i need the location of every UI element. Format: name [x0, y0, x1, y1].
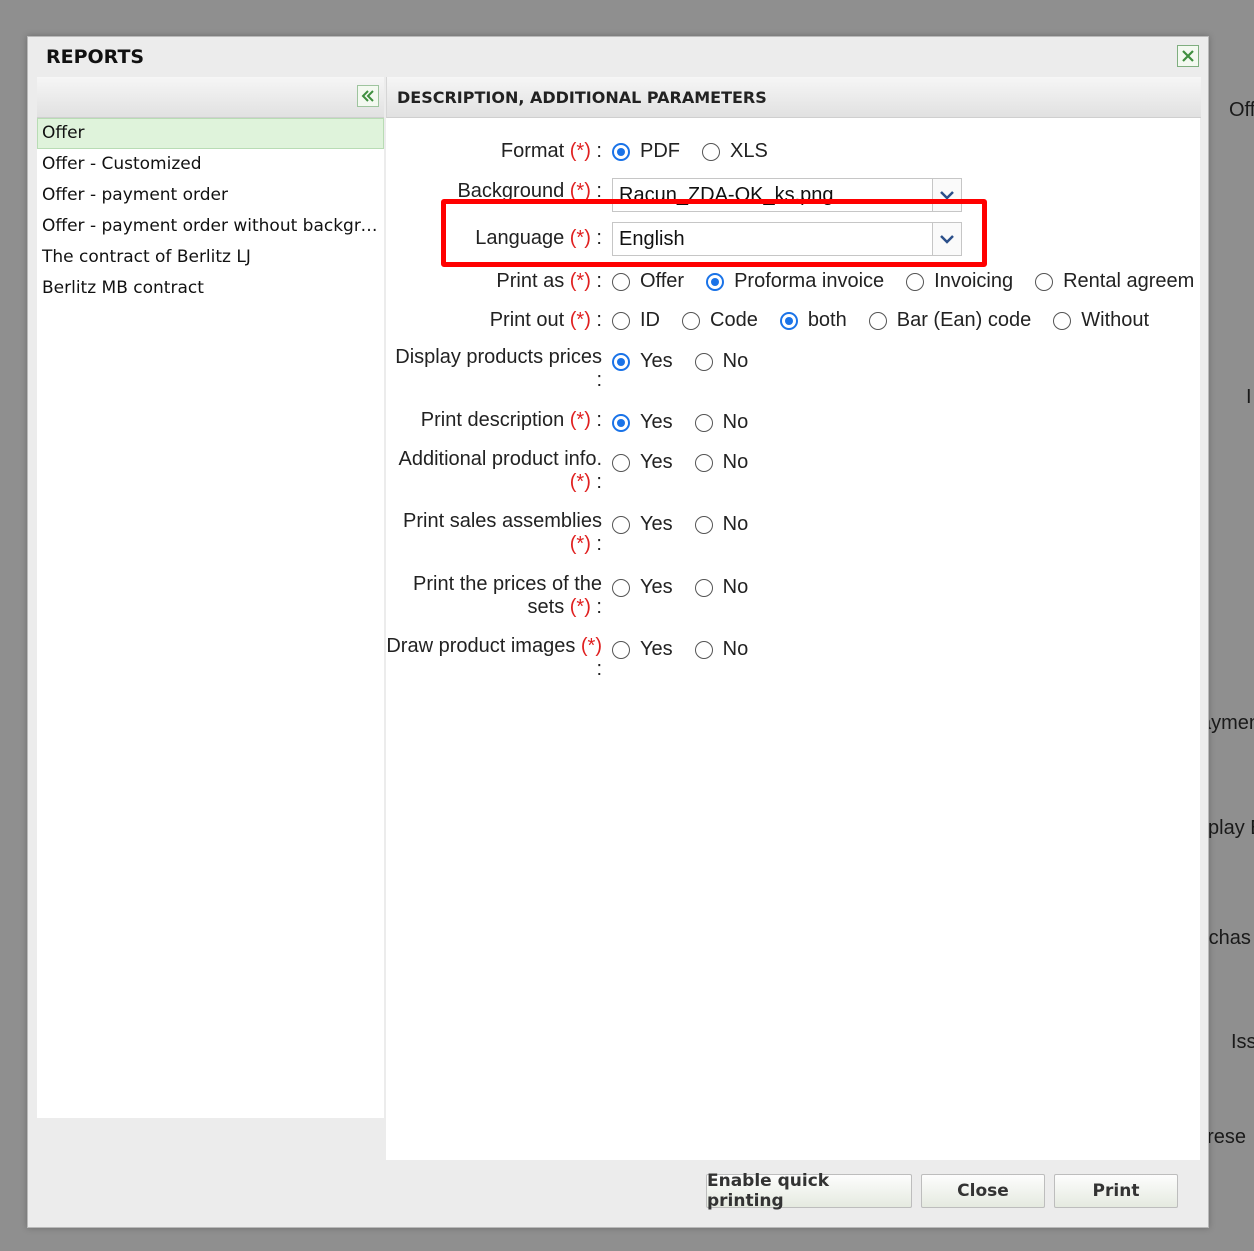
- print-out-option-id[interactable]: ID: [612, 309, 660, 332]
- radio-button[interactable]: [706, 272, 725, 291]
- product-images-option-no[interactable]: No: [694, 638, 748, 661]
- dialog-title: REPORTS: [46, 46, 145, 68]
- radio-button[interactable]: [694, 515, 713, 534]
- report-item[interactable]: Offer - Customized: [37, 149, 384, 180]
- radio-button[interactable]: [612, 515, 630, 534]
- print-as-option-proforma[interactable]: Proforma invoice: [706, 270, 884, 293]
- radio-button[interactable]: [682, 311, 700, 330]
- radio-button[interactable]: [612, 413, 630, 432]
- radio-button[interactable]: [612, 640, 630, 659]
- radio-button[interactable]: [612, 142, 630, 161]
- report-item[interactable]: Berlitz MB contract: [37, 273, 384, 304]
- close-icon[interactable]: [1177, 45, 1199, 67]
- format-option-xls[interactable]: XLS: [702, 140, 768, 163]
- radio-button[interactable]: [694, 413, 713, 432]
- format-label: Format (*) :: [500, 140, 602, 162]
- print-description-option-no[interactable]: No: [694, 411, 748, 434]
- set-prices-option-yes[interactable]: Yes: [612, 576, 673, 599]
- close-button[interactable]: Close: [921, 1174, 1045, 1208]
- radio-button[interactable]: [694, 578, 713, 597]
- format-option-pdf[interactable]: PDF: [612, 140, 680, 163]
- report-list: Offer Offer - Customized Offer - payment…: [37, 118, 384, 1118]
- radio-button[interactable]: [1053, 311, 1072, 330]
- params-header: DESCRIPTION, ADDITIONAL PARAMETERS: [386, 77, 1201, 118]
- sales-assemblies-option-yes[interactable]: Yes: [612, 513, 673, 536]
- radio-button[interactable]: [612, 578, 630, 597]
- background-text: Iss: [1231, 1031, 1254, 1053]
- additional-info-option-yes[interactable]: Yes: [612, 451, 673, 474]
- sales-assemblies-option-no[interactable]: No: [694, 513, 748, 536]
- display-prices-label: Display products prices:: [395, 346, 602, 391]
- print-description-label: Print description (*) :: [420, 409, 602, 431]
- radio-button[interactable]: [868, 311, 887, 330]
- radio-button[interactable]: [694, 352, 713, 371]
- radio-button[interactable]: [612, 311, 630, 330]
- print-as-option-invoicing[interactable]: Invoicing: [906, 270, 1013, 293]
- double-chevron-left-icon[interactable]: [357, 85, 379, 107]
- reports-dialog: REPORTS Offer Offer - Customized Offer -…: [27, 36, 1209, 1228]
- radio-button[interactable]: [906, 272, 925, 291]
- radio-button[interactable]: [702, 142, 720, 161]
- display-prices-option-no[interactable]: No: [694, 350, 748, 373]
- print-as-label: Print as (*) :: [496, 270, 602, 292]
- background-text: Off: [1229, 99, 1254, 121]
- additional-info-option-no[interactable]: No: [694, 451, 748, 474]
- print-description-option-yes[interactable]: Yes: [612, 411, 673, 434]
- print-as-option-offer[interactable]: Offer: [612, 270, 684, 293]
- report-item[interactable]: Offer: [37, 118, 384, 149]
- print-out-option-both[interactable]: both: [779, 309, 847, 332]
- background-select[interactable]: Racun_ZDA-OK_ks.png: [612, 178, 962, 212]
- enable-quick-printing-button[interactable]: Enable quick printing: [706, 1171, 912, 1211]
- product-images-label: Draw product images (*):: [386, 635, 602, 680]
- display-prices-option-yes[interactable]: Yes: [612, 350, 673, 373]
- print-out-option-barcode[interactable]: Bar (Ean) code: [868, 309, 1031, 332]
- print-as-option-rental[interactable]: Rental agreem: [1035, 270, 1194, 293]
- print-out-option-code[interactable]: Code: [682, 309, 758, 332]
- radio-button[interactable]: [612, 352, 630, 371]
- set-prices-label: Print the prices of the sets (*) :: [413, 573, 602, 618]
- radio-button[interactable]: [694, 453, 713, 472]
- radio-button[interactable]: [779, 311, 798, 330]
- print-out-option-without[interactable]: Without: [1053, 309, 1149, 332]
- language-select[interactable]: English: [612, 222, 962, 256]
- background-label: Background (*) :: [457, 180, 602, 202]
- report-list-header: [37, 77, 384, 118]
- chevron-down-icon[interactable]: [932, 179, 961, 211]
- additional-info-label: Additional product info. (*) :: [398, 448, 602, 493]
- params-header-title: DESCRIPTION, ADDITIONAL PARAMETERS: [397, 88, 767, 107]
- chevron-down-icon[interactable]: [932, 223, 961, 255]
- product-images-option-yes[interactable]: Yes: [612, 638, 673, 661]
- radio-button[interactable]: [694, 640, 713, 659]
- background-text: I: [1246, 386, 1252, 408]
- radio-button[interactable]: [612, 453, 630, 472]
- print-out-label: Print out (*) :: [489, 309, 602, 331]
- report-item[interactable]: Offer - payment order: [37, 180, 384, 211]
- radio-button[interactable]: [1035, 272, 1054, 291]
- report-item[interactable]: The contract of Berlitz LJ: [37, 242, 384, 273]
- set-prices-option-no[interactable]: No: [694, 576, 748, 599]
- report-item[interactable]: Offer - payment order without backgrou..…: [37, 211, 384, 242]
- radio-button[interactable]: [612, 272, 630, 291]
- sales-assemblies-label: Print sales assemblies (*) :: [403, 510, 602, 555]
- background-text: rchas: [1202, 927, 1251, 949]
- print-button[interactable]: Print: [1054, 1174, 1178, 1208]
- params-pane: Format (*) : PDF XLS Background (*) : Ra…: [386, 118, 1200, 1160]
- language-label: Language (*) :: [475, 227, 602, 249]
